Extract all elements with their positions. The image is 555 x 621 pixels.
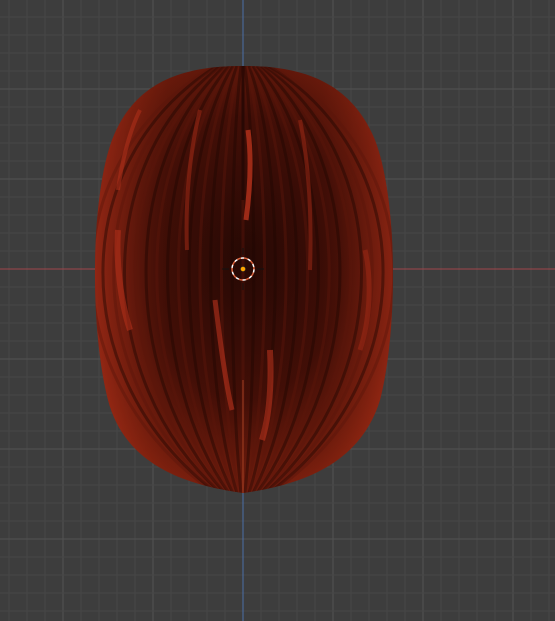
viewport-canvas[interactable] [0, 0, 555, 621]
object-origin-icon[interactable] [240, 266, 246, 272]
3d-viewport[interactable] [0, 0, 555, 621]
